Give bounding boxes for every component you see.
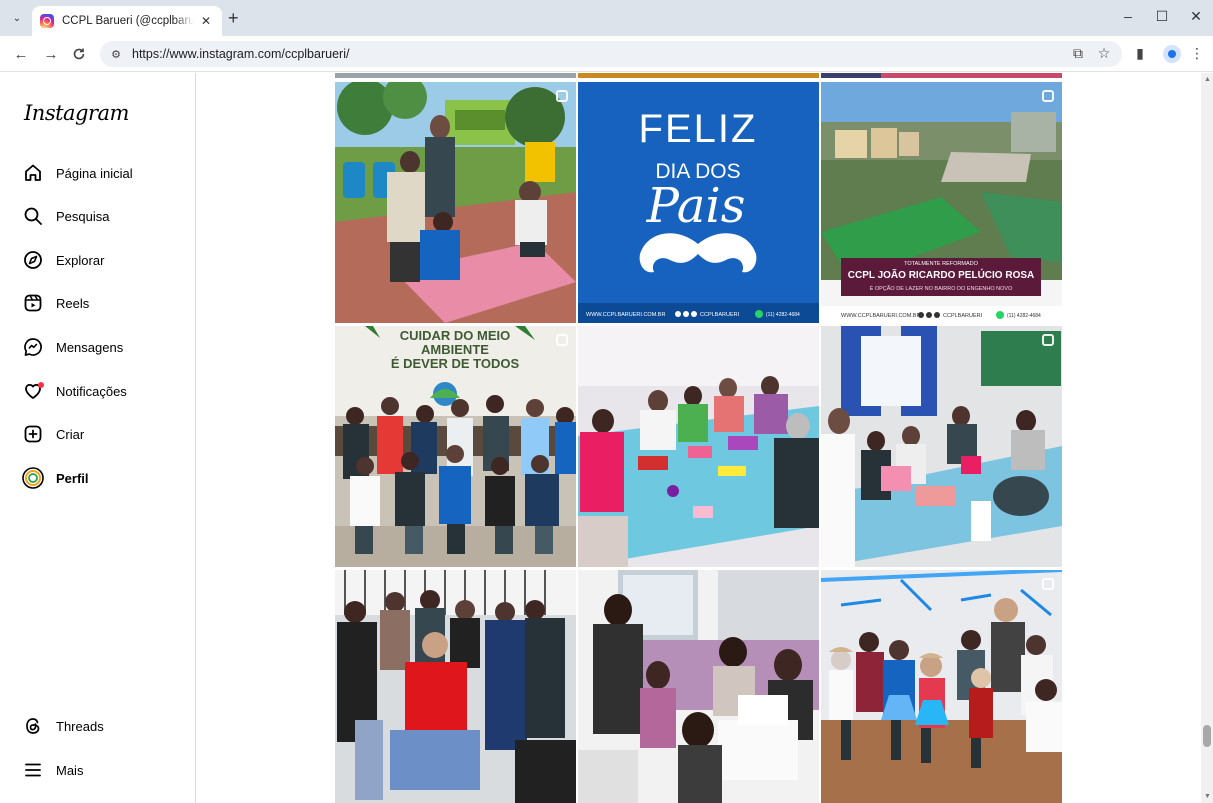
address-bar[interactable]: ⚙ https://www.instagram.com/ccplbarueri/ — [100, 41, 1122, 67]
close-window-button[interactable]: ✕ — [1181, 8, 1211, 25]
carousel-icon — [556, 334, 568, 346]
back-button[interactable]: ← — [12, 45, 30, 63]
threads-icon — [22, 715, 44, 737]
post-thumbnail-sewing-class[interactable] — [821, 326, 1062, 567]
post-thumbnail-schoolyard[interactable] — [335, 82, 576, 323]
heart-icon — [22, 380, 44, 402]
compass-icon — [22, 249, 44, 271]
carousel-icon — [556, 90, 568, 102]
sidebar-item-messages[interactable]: Mensagens — [22, 333, 182, 361]
post-thumbnail-meio-ambiente[interactable]: CUIDAR DO MEIO AMBIENTE É DEVER DE TODOS — [335, 326, 576, 567]
install-app-icon[interactable]: ⧉ — [1068, 45, 1088, 62]
sidebar-item-label: Notificações — [56, 383, 127, 399]
tab-search-button[interactable]: ⌄ — [8, 9, 26, 27]
footer-site-text: WWW.CCPLBARUERI.COM.BR — [586, 312, 665, 318]
plus-square-icon — [22, 423, 44, 445]
forward-button[interactable]: → — [42, 45, 60, 63]
carousel-icon — [1042, 578, 1054, 590]
carousel-icon — [1042, 90, 1054, 102]
reels-icon — [22, 292, 44, 314]
footer-handle-text: CCPLBARUERI — [700, 312, 740, 318]
instagram-logo[interactable]: Instagram — [24, 101, 129, 125]
scroll-up-arrow[interactable]: ▲ — [1204, 76, 1211, 83]
browser-menu-icon[interactable]: ⋮ — [1187, 45, 1207, 62]
footer-site-text: WWW.CCPLBARUERI.COM.BR — [841, 313, 920, 319]
footer-phone-text: (11) 4282-4684 — [766, 312, 800, 318]
banner-title-text: CCPL JOÃO RICARDO PELÚCIO ROSA — [848, 268, 1035, 281]
post-thumbnail[interactable] — [578, 73, 819, 78]
site-info-icon[interactable]: ⚙ — [108, 46, 124, 62]
post-thumbnail-classroom-drawing[interactable] — [578, 570, 819, 803]
tab-close-icon[interactable]: ✕ — [198, 13, 214, 29]
post-thumbnail-festa-junina[interactable] — [821, 570, 1062, 803]
messenger-icon — [22, 336, 44, 358]
side-panel-icon[interactable]: ▮ — [1130, 45, 1150, 62]
scrollbar-thumb[interactable] — [1203, 725, 1211, 747]
sidebar-item-label: Pesquisa — [56, 208, 110, 224]
sidebar-item-label: Reels — [56, 295, 90, 311]
sidebar-item-label: Mais — [56, 762, 84, 778]
banner-sub-text: É OPÇÃO DE LAZER NO BAIRRO DO ENGENHO NO… — [870, 285, 1013, 292]
new-tab-button[interactable]: + — [228, 9, 239, 27]
sidebar-item-label: Threads — [56, 718, 104, 734]
bookmark-star-icon[interactable]: ☆ — [1094, 45, 1114, 62]
browser-tabstrip: ⌄ CCPL Barueri (@ccplbarueri) • Instagra… — [0, 0, 1213, 36]
post-thumbnail-crafts-class[interactable] — [578, 326, 819, 567]
browser-profile-avatar[interactable] — [1163, 45, 1181, 63]
sidebar-item-search[interactable]: Pesquisa — [22, 202, 182, 230]
browser-toolbar: ← → ⚙ https://www.instagram.com/ccplbaru… — [0, 36, 1213, 72]
sidebar-item-label: Página inicial — [56, 165, 133, 181]
post-thumbnail[interactable] — [335, 73, 576, 78]
sidebar-item-label: Mensagens — [56, 339, 124, 355]
profile-posts-grid: FELIZ DIA DOS Pais WWW.CCPLBARUERI.COM.B… — [197, 73, 1201, 803]
home-icon — [22, 162, 44, 184]
tab-title: CCPL Barueri (@ccplbarueri) • Instagram … — [62, 15, 194, 27]
minimize-button[interactable]: – — [1113, 8, 1143, 24]
reload-icon — [73, 48, 85, 60]
carousel-icon — [1042, 334, 1054, 346]
post-thumbnail-group-photo[interactable] — [335, 570, 576, 803]
menu-icon — [22, 759, 44, 781]
page-scrollbar[interactable]: ▲ ▼ — [1201, 73, 1213, 803]
reload-button[interactable] — [70, 45, 88, 63]
scroll-down-arrow[interactable]: ▼ — [1204, 793, 1211, 800]
sidebar-item-label: Perfil — [56, 470, 89, 486]
browser-tab[interactable]: CCPL Barueri (@ccplbarueri) • Instagram … — [32, 6, 222, 36]
sidebar-item-profile[interactable]: Perfil — [22, 464, 182, 492]
sidebar-item-reels[interactable]: Reels — [22, 289, 182, 317]
url-text: https://www.instagram.com/ccplbarueri/ — [132, 47, 350, 61]
search-icon — [22, 205, 44, 227]
instagram-favicon-icon — [40, 14, 54, 28]
sidebar-item-create[interactable]: Criar — [22, 420, 182, 448]
mural-line3: É DEVER DE TODOS — [391, 356, 520, 371]
sidebar-item-more[interactable]: Mais — [22, 756, 182, 784]
pais-text: Pais — [646, 178, 746, 234]
mural-line2: AMBIENTE — [421, 342, 489, 357]
avatar — [22, 467, 44, 489]
footer-phone-text: (11) 4282-4684 — [1007, 313, 1041, 319]
post-thumbnail-feliz-dia-dos-pais[interactable]: FELIZ DIA DOS Pais WWW.CCPLBARUERI.COM.B… — [578, 82, 819, 323]
mural-line1: CUIDAR DO MEIO — [400, 328, 511, 343]
sidebar-item-threads[interactable]: Threads — [22, 712, 182, 740]
sidebar-item-notifications[interactable]: Notificações — [22, 377, 182, 405]
sidebar-item-label: Explorar — [56, 252, 105, 268]
sidebar-item-home[interactable]: Página inicial — [22, 159, 182, 187]
post-thumbnail[interactable] — [821, 73, 1062, 78]
instagram-sidebar: Instagram Página inicial Pesquisa Explor… — [0, 73, 196, 803]
footer-handle-text: CCPLBARUERI — [943, 313, 983, 319]
feliz-text: FELIZ — [639, 107, 758, 151]
banner-top-text: TOTALMENTE REFORMADO — [904, 261, 978, 267]
post-thumbnail-ccpl-field[interactable]: TOTALMENTE REFORMADO CCPL JOÃO RICARDO P… — [821, 82, 1062, 323]
notification-badge — [38, 382, 44, 388]
maximize-button[interactable]: ☐ — [1147, 8, 1177, 25]
sidebar-item-label: Criar — [56, 426, 85, 442]
sidebar-item-explore[interactable]: Explorar — [22, 246, 182, 274]
